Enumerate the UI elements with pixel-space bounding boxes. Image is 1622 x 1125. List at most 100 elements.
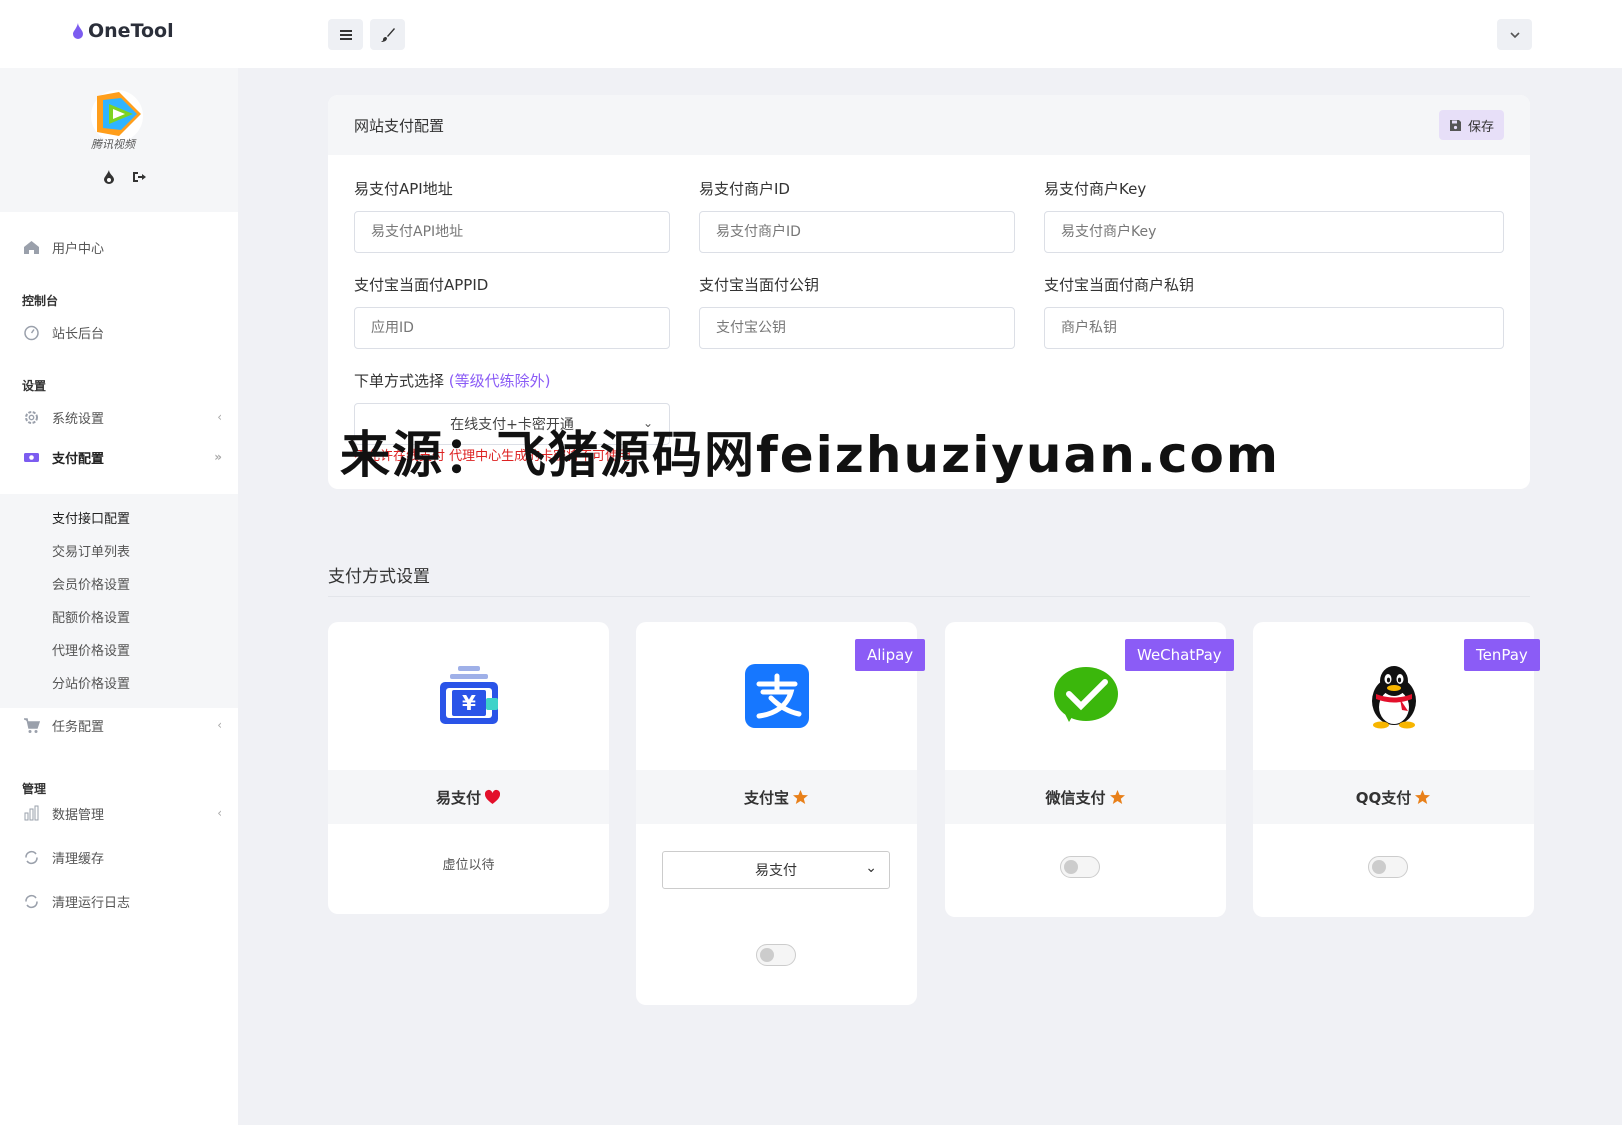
submenu-item-agent-price[interactable]: 代理价格设置: [52, 640, 130, 659]
alipay-channel-select[interactable]: 易支付 ⌄: [662, 851, 890, 889]
app-name: OneTool: [88, 20, 174, 42]
wechat-pay-icon: [1053, 667, 1118, 722]
sidebar-item-label: 任务配置: [52, 719, 105, 735]
watermark-text: 来源：飞猪源码网feizhuziyuan.com: [340, 426, 1280, 484]
refresh-icon: [24, 894, 38, 908]
wechat-toggle[interactable]: [1060, 856, 1100, 878]
section-heading-settings: 设置: [22, 379, 47, 393]
dashboard-icon: [23, 325, 39, 340]
sidebar-item-label: 系统设置: [52, 411, 105, 427]
sidebar-item-data-management[interactable]: 数据管理 ‹: [0, 794, 238, 832]
alipay-logo-icon: [744, 664, 809, 728]
sidebar-item-clear-cache[interactable]: 清理缓存: [0, 838, 238, 876]
avatar-caption: 腾讯视频: [91, 138, 135, 151]
epay-api-input[interactable]: [354, 211, 670, 253]
qq-toggle[interactable]: [1368, 856, 1408, 878]
top-bar: OneTool: [0, 0, 1622, 68]
submenu-item-payment-interface[interactable]: 支付接口配置: [52, 508, 130, 527]
epay-key-input[interactable]: [1044, 211, 1504, 253]
drop-logo-icon: [73, 23, 83, 39]
money-icon: [23, 452, 39, 462]
star-icon: [793, 789, 808, 804]
submenu-item-order-list[interactable]: 交易订单列表: [52, 541, 130, 560]
bar-chart-icon: [24, 805, 38, 820]
cart-icon: [23, 717, 40, 733]
field-label-epay-api: 易支付API地址: [354, 180, 453, 198]
wallet-yuan-icon: ¥: [439, 666, 498, 724]
card-header: 网站支付配置 保存: [328, 95, 1530, 155]
menu-toggle-button[interactable]: [328, 19, 363, 50]
alipay-appid-input[interactable]: [354, 307, 670, 349]
section-heading-console: 控制台: [22, 294, 59, 308]
refresh-icon: [24, 850, 38, 864]
sidebar-item-label: 数据管理: [52, 807, 105, 823]
field-label-order-mode: 下单方式选择 (等级代练除外): [354, 370, 551, 391]
double-chevron-down-icon: »: [214, 450, 222, 464]
pay-card-epay: ¥ 易支付 虚位以待: [328, 622, 609, 914]
app-logo[interactable]: OneTool: [72, 20, 174, 42]
field-label-alipay-private-key: 支付宝当面付商户私钥: [1044, 276, 1195, 294]
svg-text:¥: ¥: [462, 691, 476, 715]
chevron-down-icon: ⌄: [865, 860, 877, 876]
profile-actions: [102, 170, 146, 184]
badge-wechatpay: WeChatPay: [1125, 639, 1234, 671]
card-title: 网站支付配置: [354, 116, 445, 135]
pay-card-name: QQ支付: [1355, 788, 1412, 807]
logout-icon[interactable]: [132, 170, 146, 184]
order-mode-label: 下单方式选择: [354, 372, 445, 390]
hamburger-icon: [339, 29, 352, 40]
save-label: 保存: [1467, 119, 1494, 135]
profile-panel: 腾讯视频: [0, 68, 238, 212]
submenu-item-member-price[interactable]: 会员价格设置: [52, 574, 130, 593]
sidebar-item-task-config[interactable]: 任务配置 ‹: [0, 706, 238, 744]
floppy-icon: [1449, 119, 1461, 131]
pay-card-name: 微信支付: [1045, 788, 1106, 807]
home-icon: [23, 240, 39, 254]
user-dropdown-button[interactable]: [1497, 19, 1532, 50]
sidebar-item-label: 站长后台: [52, 326, 105, 342]
epay-merchant-id-input[interactable]: [699, 211, 1015, 253]
submenu-item-quota-price[interactable]: 配额价格设置: [52, 607, 130, 626]
sidebar-item-admin[interactable]: 站长后台: [0, 313, 238, 351]
star-icon: [1109, 789, 1125, 804]
pay-card-wechat: WeChatPay 微信支付: [945, 622, 1234, 917]
sidebar-item-label: 用户中心: [52, 241, 105, 257]
star-icon: [1415, 789, 1431, 804]
chevron-left-icon: ‹: [217, 806, 222, 820]
payment-submenu: 支付接口配置 交易订单列表 会员价格设置 配额价格设置 代理价格设置 分站价格设…: [0, 494, 238, 708]
field-label-epay-merchant-id: 易支付商户ID: [699, 180, 790, 198]
sidebar-item-label: 清理缓存: [52, 851, 105, 867]
save-button[interactable]: 保存: [1438, 110, 1504, 140]
badge-alipay: Alipay: [855, 639, 926, 671]
field-label-alipay-appid: 支付宝当面付APPID: [354, 276, 489, 294]
alipay-private-key-input[interactable]: [1044, 307, 1504, 349]
pay-card-name: 支付宝: [743, 788, 789, 807]
badge-tenpay: TenPay: [1464, 639, 1540, 671]
sidebar: 腾讯视频 用户中心 控制台 站长后台 设置 系统设置 ‹ 支付配置 » 支付接口…: [0, 68, 238, 1125]
sidebar-item-label: 清理运行日志: [52, 895, 131, 911]
pay-card-alipay: Alipay 支付宝 易支付 ⌄: [636, 622, 926, 1005]
payment-section-title: 支付方式设置: [328, 567, 430, 587]
chevron-left-icon: ‹: [217, 410, 222, 424]
chevron-left-icon: ‹: [217, 718, 222, 732]
section-divider: [328, 596, 1530, 597]
submenu-item-substation-price[interactable]: 分站价格设置: [52, 673, 130, 692]
order-mode-note: (等级代练除外): [448, 372, 551, 390]
sidebar-item-clear-logs[interactable]: 清理运行日志: [0, 882, 238, 920]
alipay-toggle[interactable]: [756, 944, 796, 966]
pay-card-qq: TenPay QQ支付: [1253, 622, 1540, 917]
qq-penguin-icon: [1371, 666, 1416, 729]
sidebar-item-label: 支付配置: [52, 451, 105, 467]
alipay-public-key-input[interactable]: [699, 307, 1015, 349]
chevron-down-icon: [1509, 31, 1520, 38]
fire-icon[interactable]: [102, 170, 116, 184]
field-label-alipay-public-key: 支付宝当面付公钥: [699, 276, 820, 294]
sidebar-item-payment-config[interactable]: 支付配置 »: [0, 438, 238, 476]
sidebar-item-user-center[interactable]: 用户中心: [0, 228, 238, 266]
gear-icon: [24, 410, 38, 424]
field-label-epay-key: 易支付商户Key: [1044, 180, 1147, 198]
theme-button[interactable]: [370, 19, 405, 50]
sidebar-item-system-settings[interactable]: 系统设置 ‹: [0, 398, 238, 436]
brush-icon: [380, 27, 395, 42]
heart-icon: [484, 789, 501, 804]
